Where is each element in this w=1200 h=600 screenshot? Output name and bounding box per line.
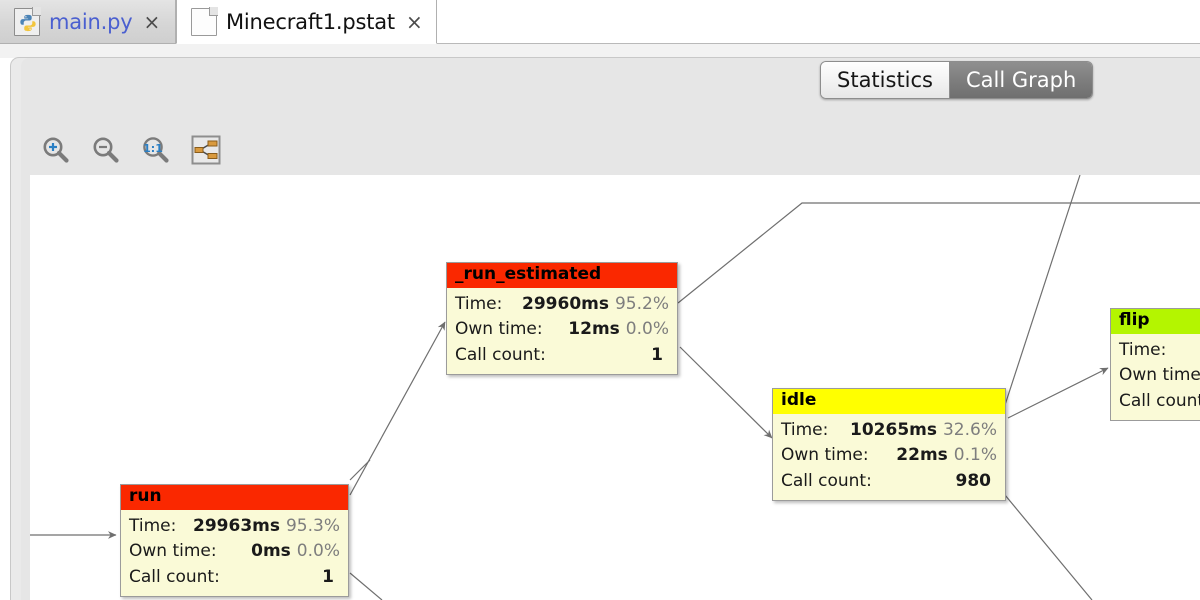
tabbar-filler bbox=[0, 44, 1200, 58]
graph-node-flip[interactable]: flip Time: Own time: Call count: bbox=[1110, 308, 1200, 422]
edge-run-estimated-upper-right bbox=[677, 202, 1200, 304]
own-time-percent: 0.0% bbox=[625, 319, 669, 340]
node-row-own-time: Own time: 22ms 0.1% bbox=[781, 443, 997, 469]
view-mode-switch[interactable]: Statistics Call Graph bbox=[820, 61, 1094, 99]
edge-run-to-run-estimated bbox=[349, 321, 446, 496]
graph-node-run-estimated[interactable]: _run_estimated Time: 29960ms 95.2% Own t… bbox=[446, 262, 678, 376]
call-count-label: Call count: bbox=[129, 566, 220, 587]
edge-idle-to-flip bbox=[1007, 367, 1109, 419]
fit-graph-button[interactable] bbox=[186, 130, 226, 170]
tab-label: Minecraft1.pstat bbox=[226, 9, 395, 34]
node-row-time: Time: 10265ms 32.6% bbox=[781, 418, 997, 444]
own-time-value: 0ms bbox=[251, 541, 291, 562]
generic-file-icon bbox=[191, 6, 218, 36]
node-row-own-time: Own time: bbox=[1119, 363, 1200, 389]
time-percent: 95.3% bbox=[285, 515, 340, 536]
editor-tab-bar: main.py × Minecraft1.pstat × bbox=[0, 0, 1200, 44]
time-value: 10265ms bbox=[850, 419, 937, 440]
node-row-call-count: Call count: 1 bbox=[129, 565, 340, 591]
time-percent: 95.2% bbox=[614, 293, 669, 314]
own-time-percent: 0.0% bbox=[296, 541, 340, 562]
python-logo-glyph bbox=[20, 14, 36, 31]
node-title: _run_estimated bbox=[447, 263, 677, 288]
node-row-time: Time: 29960ms 95.2% bbox=[455, 292, 669, 318]
zoom-out-icon bbox=[93, 137, 119, 163]
node-title: idle bbox=[773, 389, 1005, 414]
edge-run-down-right bbox=[349, 572, 383, 600]
node-row-call-count: Call count: 980 bbox=[781, 469, 997, 495]
fit-graph-icon bbox=[191, 135, 221, 165]
edge-run-estimated-to-idle bbox=[679, 346, 773, 439]
call-count-value: 1 bbox=[651, 344, 663, 365]
zoom-ratio-label: 1:1 bbox=[143, 142, 163, 155]
node-stats: Time: Own time: Call count: bbox=[1111, 334, 1200, 421]
tab-close-icon[interactable]: × bbox=[404, 12, 425, 32]
node-row-own-time: Own time: 0ms 0.0% bbox=[129, 539, 340, 565]
call-count-label: Call count: bbox=[455, 344, 546, 365]
node-title: flip bbox=[1111, 309, 1200, 334]
time-label: Time: bbox=[1119, 339, 1167, 360]
node-title: run bbox=[121, 485, 348, 510]
node-row-time: Time: bbox=[1119, 338, 1200, 364]
time-value: 29963ms bbox=[193, 515, 280, 536]
time-label: Time: bbox=[129, 515, 177, 536]
tab-close-icon[interactable]: × bbox=[142, 12, 163, 32]
call-count-value: 1 bbox=[322, 566, 334, 587]
own-time-value: 12ms bbox=[568, 319, 620, 340]
graph-node-idle[interactable]: idle Time: 10265ms 32.6% Own time: 22ms … bbox=[772, 388, 1006, 502]
time-value: 29960ms bbox=[522, 293, 609, 314]
call-count-value: 980 bbox=[955, 470, 992, 491]
tab-minecraft1-pstat[interactable]: Minecraft1.pstat × bbox=[176, 0, 437, 44]
tab-label: main.py bbox=[49, 9, 133, 34]
node-row-own-time: Own time: 12ms 0.0% bbox=[455, 317, 669, 343]
node-stats: Time: 29963ms 95.3% Own time: 0ms 0.0% C… bbox=[121, 510, 348, 597]
zoom-actual-size-icon: 1:1 bbox=[143, 137, 169, 163]
graph-toolbar: 1:1 bbox=[36, 130, 226, 170]
tab-main-py[interactable]: main.py × bbox=[0, 0, 176, 44]
node-stats: Time: 10265ms 32.6% Own time: 22ms 0.1% … bbox=[773, 414, 1005, 501]
time-label: Time: bbox=[781, 419, 829, 440]
zoom-in-icon bbox=[43, 137, 69, 163]
node-row-call-count: Call count: 1 bbox=[455, 343, 669, 369]
own-time-label: Own time: bbox=[781, 445, 869, 466]
own-time-label: Own time: bbox=[455, 319, 543, 340]
node-row-time: Time: 29963ms 95.3% bbox=[129, 514, 340, 540]
own-time-value: 22ms bbox=[896, 445, 948, 466]
call-count-label: Call count: bbox=[781, 470, 872, 491]
edge-idle-down-right bbox=[1004, 494, 1093, 600]
edge-top-right-to-idle bbox=[1004, 175, 1081, 406]
call-graph-canvas[interactable]: _run_estimated Time: 29960ms 95.2% Own t… bbox=[30, 175, 1200, 600]
own-time-label: Own time: bbox=[1119, 365, 1200, 386]
graph-node-run[interactable]: run Time: 29963ms 95.3% Own time: 0ms 0.… bbox=[120, 484, 349, 598]
time-percent: 32.6% bbox=[942, 419, 997, 440]
node-stats: Time: 29960ms 95.2% Own time: 12ms 0.0% … bbox=[447, 288, 677, 375]
time-label: Time: bbox=[455, 293, 503, 314]
profiler-window: main.py × Minecraft1.pstat × Statistics … bbox=[0, 0, 1200, 600]
node-row-call-count: Call count: bbox=[1119, 389, 1200, 415]
zoom-in-button[interactable] bbox=[36, 130, 76, 170]
own-time-percent: 0.1% bbox=[953, 445, 997, 466]
tab-call-graph[interactable]: Call Graph bbox=[950, 62, 1093, 98]
own-time-label: Own time: bbox=[129, 541, 217, 562]
zoom-actual-size-button[interactable]: 1:1 bbox=[136, 130, 176, 170]
tab-statistics[interactable]: Statistics bbox=[821, 62, 950, 98]
zoom-out-button[interactable] bbox=[86, 130, 126, 170]
call-count-label: Call count: bbox=[1119, 390, 1200, 411]
python-file-icon bbox=[14, 6, 41, 36]
